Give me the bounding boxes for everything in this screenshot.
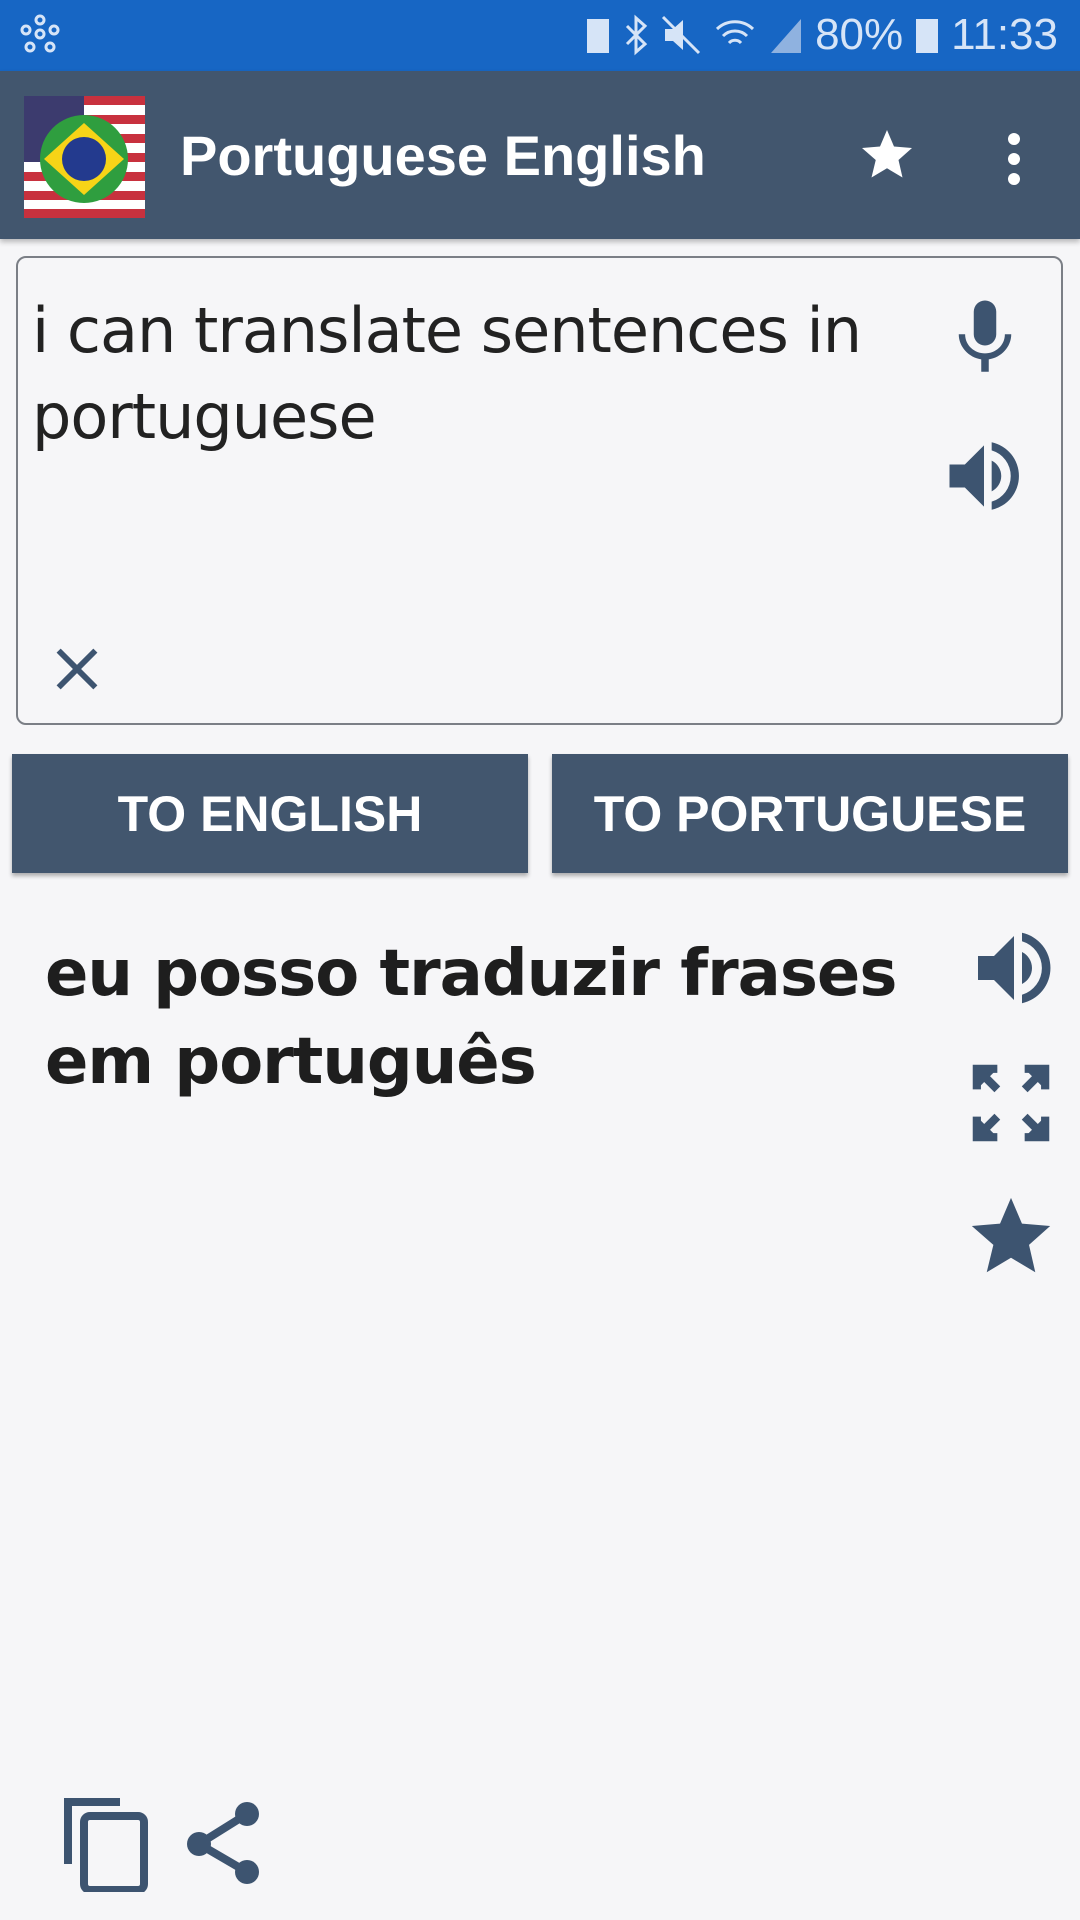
app-title: Portuguese English (180, 124, 706, 187)
charging-battery-icon (916, 19, 939, 53)
source-text[interactable]: i can translate sentences in portuguese (32, 288, 932, 460)
star-icon[interactable] (857, 125, 917, 185)
to-english-button[interactable]: TO ENGLISH (12, 754, 528, 873)
to-portuguese-button[interactable]: TO PORTUGUESE (552, 754, 1068, 873)
favorite-star-icon[interactable] (964, 1190, 1058, 1284)
output-speaker-icon[interactable] (966, 920, 1062, 1016)
battery-saver-icon (587, 19, 610, 53)
clock: 11:33 (951, 10, 1058, 59)
signal-icon (771, 19, 802, 53)
microphone-icon[interactable] (940, 293, 1030, 383)
clear-icon[interactable] (42, 634, 112, 704)
fullscreen-icon[interactable] (970, 1062, 1052, 1144)
bluetooth-icon (626, 14, 648, 56)
app-bar: Portuguese English (0, 71, 1080, 239)
copy-icon[interactable] (60, 1796, 148, 1892)
more-vert-icon[interactable] (996, 131, 1032, 187)
flag-logo (24, 96, 145, 218)
translation-output: eu posso traduzir frases em português (45, 937, 897, 1099)
source-text-input[interactable]: i can translate sentences in portuguese (16, 256, 1063, 725)
mute-icon (662, 15, 701, 55)
network-hub-icon (20, 14, 60, 53)
battery-percent: 80% (815, 10, 904, 59)
speaker-icon[interactable] (938, 430, 1030, 522)
share-icon[interactable] (185, 1800, 267, 1888)
wifi-icon (716, 20, 755, 45)
status-bar: 80% 11:33 (0, 0, 1080, 71)
